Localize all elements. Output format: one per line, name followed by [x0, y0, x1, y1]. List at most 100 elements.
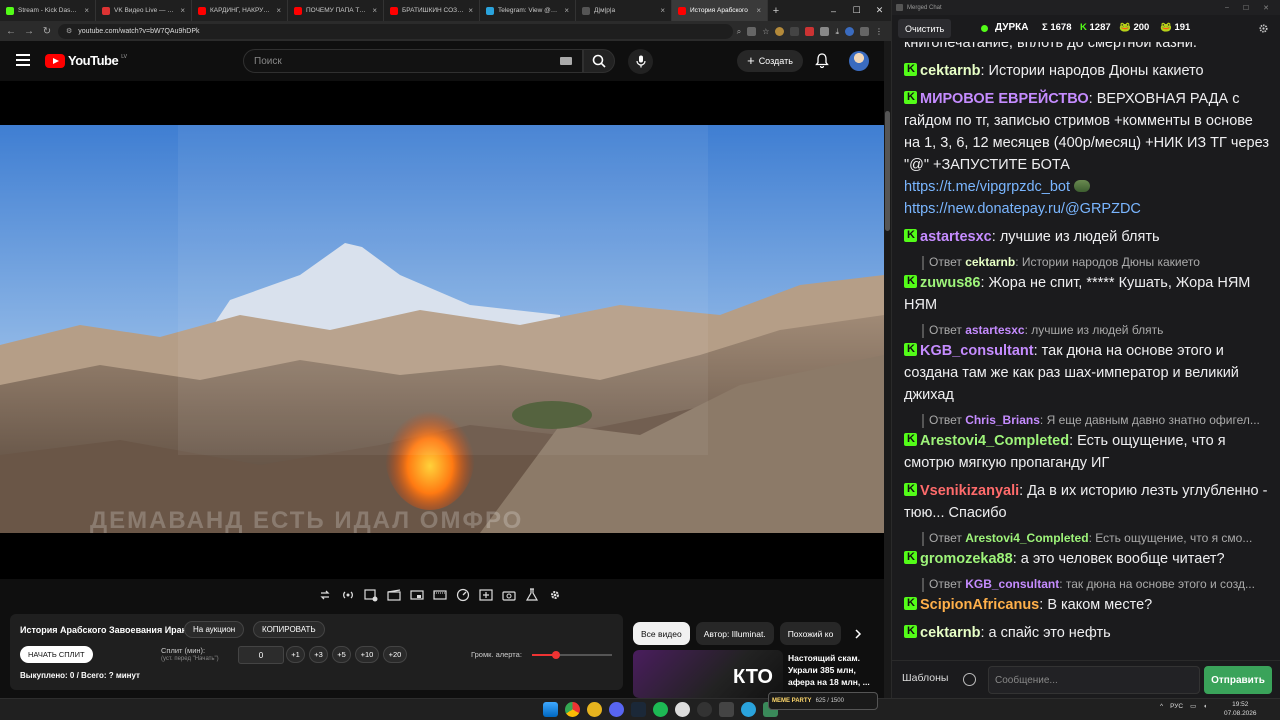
discord-icon[interactable] — [609, 702, 624, 717]
clapperboard-icon[interactable] — [385, 587, 402, 604]
add-box-icon[interactable] — [477, 587, 494, 604]
search-input[interactable]: Поиск — [243, 49, 583, 73]
chat-username[interactable]: cektarnb — [920, 63, 980, 79]
system-clock[interactable]: 19:52 07.08.2026 — [1224, 700, 1257, 718]
maximize-icon[interactable]: ☐ — [1243, 4, 1249, 12]
close-icon[interactable]: ✕ — [868, 0, 891, 21]
start-split-button[interactable]: НАЧАТЬ СПЛИТ — [20, 646, 93, 663]
message-link[interactable]: https://new.donatepay.ru/@GRPZDC — [904, 201, 1141, 217]
bookmark-star-icon[interactable]: ☆ — [762, 27, 769, 36]
chat-username[interactable]: МИРОВОЕ ЕВРЕЙСТВО — [920, 91, 1089, 107]
tab-close-icon[interactable]: × — [276, 6, 281, 15]
extension-icon[interactable] — [805, 26, 815, 36]
chatgpt-icon[interactable] — [675, 702, 690, 717]
reply-username[interactable]: KGB_consultant — [965, 577, 1059, 591]
account-avatar[interactable] — [849, 51, 869, 71]
install-icon[interactable] — [747, 26, 757, 36]
increment-button[interactable]: +3 — [309, 646, 328, 663]
minimize-icon[interactable]: – — [1225, 4, 1229, 12]
site-info-icon[interactable]: ⚙ — [66, 27, 72, 35]
reply-username[interactable]: Chris_Brians — [965, 413, 1040, 427]
chat-username[interactable]: cektarnb — [920, 625, 980, 641]
tab-close-icon[interactable]: × — [756, 6, 761, 15]
new-tab-button[interactable]: + — [768, 0, 784, 21]
chat-username[interactable]: zuwus86 — [920, 275, 980, 291]
chip-all-videos[interactable]: Все видео — [633, 622, 690, 645]
flask-icon[interactable] — [523, 587, 540, 604]
vpn-icon[interactable] — [587, 702, 602, 717]
browser-tab[interactable]: КАРДИНГ, НАКРУТКА × — [192, 0, 288, 21]
close-icon[interactable]: ✕ — [1263, 4, 1269, 12]
extension-icon[interactable] — [775, 26, 785, 36]
gear-icon[interactable] — [546, 587, 563, 604]
minimize-icon[interactable]: – — [822, 0, 845, 21]
sidebar-icon[interactable] — [860, 26, 869, 36]
spotify-icon[interactable] — [653, 702, 668, 717]
search-button[interactable] — [583, 49, 615, 73]
notifications-bell-icon[interactable] — [815, 53, 829, 68]
increment-button[interactable]: +1 — [286, 646, 305, 663]
theater-mode-icon[interactable] — [408, 587, 425, 604]
browser-tab[interactable]: VK Видео Live — стри × — [96, 0, 192, 21]
increment-button[interactable]: +10 — [355, 646, 379, 663]
app-icon[interactable] — [719, 702, 734, 717]
maximize-icon[interactable]: ☐ — [845, 0, 868, 21]
gear-icon[interactable] — [1258, 23, 1269, 34]
url-field[interactable]: ⚙ youtube.com/watch?v=bW7QAu9hDPk — [58, 23, 733, 39]
forward-icon[interactable]: → — [22, 26, 36, 37]
windows-start-icon[interactable] — [543, 702, 558, 717]
tab-close-icon[interactable]: × — [468, 6, 473, 15]
tab-close-icon[interactable]: × — [564, 6, 569, 15]
chat-username[interactable]: ScipionAfricanus — [920, 597, 1039, 613]
browser-tab[interactable]: Д|м|р|а × — [576, 0, 672, 21]
chat-username[interactable]: gromozeka88 — [920, 551, 1013, 567]
increment-button[interactable]: +5 — [332, 646, 351, 663]
auction-button[interactable]: На аукцион — [184, 621, 245, 638]
recommended-video-title[interactable]: Настоящий скам. Украли 385 млн, афера на… — [788, 652, 883, 688]
split-minutes-input[interactable]: 0 — [238, 646, 284, 664]
tray-chevron-icon[interactable]: ^ — [1160, 703, 1163, 710]
download-icon[interactable]: ⤓ — [835, 27, 839, 36]
reply-username[interactable]: astartesxc — [965, 323, 1024, 337]
voice-search-button[interactable] — [628, 49, 653, 74]
message-input[interactable]: Сообщение... — [988, 666, 1200, 694]
scrollbar-thumb[interactable] — [885, 111, 890, 231]
telegram-icon[interactable] — [741, 702, 756, 717]
clear-button[interactable]: Очистить — [898, 19, 952, 38]
tab-close-icon[interactable]: × — [660, 6, 665, 15]
extension-icon[interactable] — [790, 26, 800, 36]
broadcast-icon[interactable] — [339, 587, 356, 604]
chat-username[interactable]: astartesxc — [920, 229, 992, 245]
video-player[interactable]: ДЕМАВАНД ЕСТЬ ИДАЛ ОМФРО — [0, 81, 884, 579]
tab-close-icon[interactable]: × — [180, 6, 185, 15]
message-link[interactable]: https://t.me/vipgrpzdc_bot — [904, 179, 1070, 195]
more-menu-icon[interactable]: ⋮ — [875, 27, 883, 36]
volume-icon[interactable]: ◖ — [1203, 703, 1207, 710]
browser-tab[interactable]: Telegram: View @goc × — [480, 0, 576, 21]
recommended-video[interactable]: КТО Настоящий скам. Украли 385 млн, афер… — [633, 650, 883, 698]
chat-username[interactable]: KGB_consultant — [920, 343, 1034, 359]
reply-username[interactable]: cektarnb — [965, 255, 1015, 269]
alert-volume-slider[interactable] — [532, 651, 612, 659]
screenshot-camera-icon[interactable] — [500, 587, 517, 604]
chip-similar[interactable]: Похожий ко — [779, 622, 842, 645]
film-strip-icon[interactable] — [431, 587, 448, 604]
chrome-icon[interactable] — [565, 702, 580, 717]
zoom-icon[interactable]: ⌕ — [737, 27, 741, 36]
keyboard-icon[interactable] — [560, 57, 572, 65]
emoji-icon[interactable] — [963, 673, 976, 686]
chat-username[interactable]: Vsenikizanyali — [920, 483, 1019, 499]
chat-username[interactable]: Arestovi4_Completed — [920, 433, 1069, 449]
loop-icon[interactable] — [316, 587, 333, 604]
tab-close-icon[interactable]: × — [84, 6, 89, 15]
speedometer-icon[interactable] — [454, 587, 471, 604]
playlist-settings-icon[interactable] — [362, 587, 379, 604]
back-icon[interactable]: ← — [4, 26, 18, 37]
browser-tab[interactable]: БРАТИШКИН СОЗДА × — [384, 0, 480, 21]
create-button[interactable]: + Создать — [737, 50, 803, 72]
alert-volume-knob[interactable] — [552, 651, 560, 659]
tab-close-icon[interactable]: × — [372, 6, 377, 15]
reload-icon[interactable]: ↻ — [40, 26, 54, 37]
youtube-logo[interactable]: YouTube LV — [45, 53, 127, 68]
obs-icon[interactable] — [697, 702, 712, 717]
